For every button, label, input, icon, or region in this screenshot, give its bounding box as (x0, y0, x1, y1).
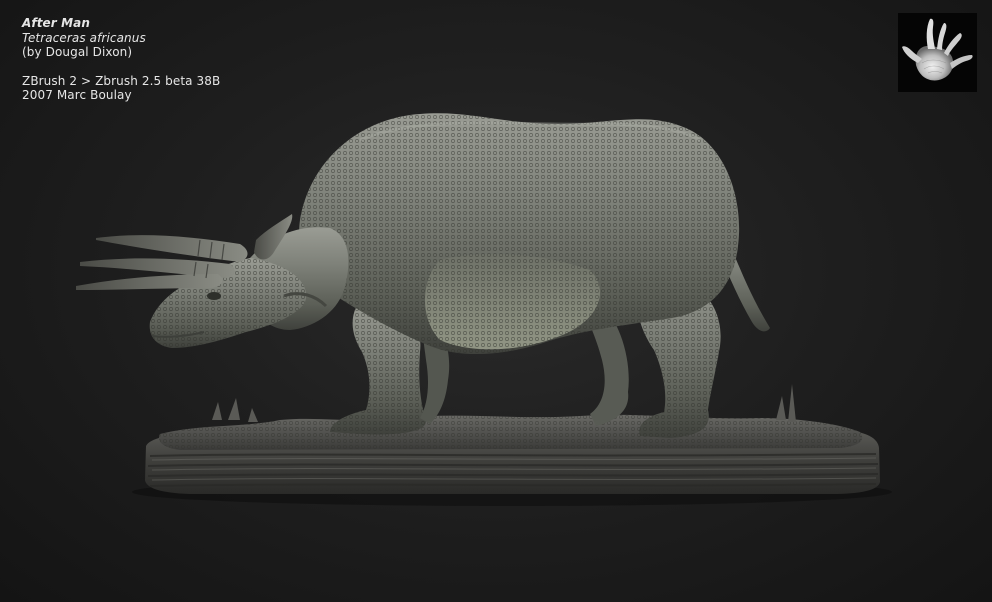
ground-base (145, 384, 880, 494)
tetraceras-sculpture (76, 113, 892, 506)
eye (207, 292, 221, 300)
